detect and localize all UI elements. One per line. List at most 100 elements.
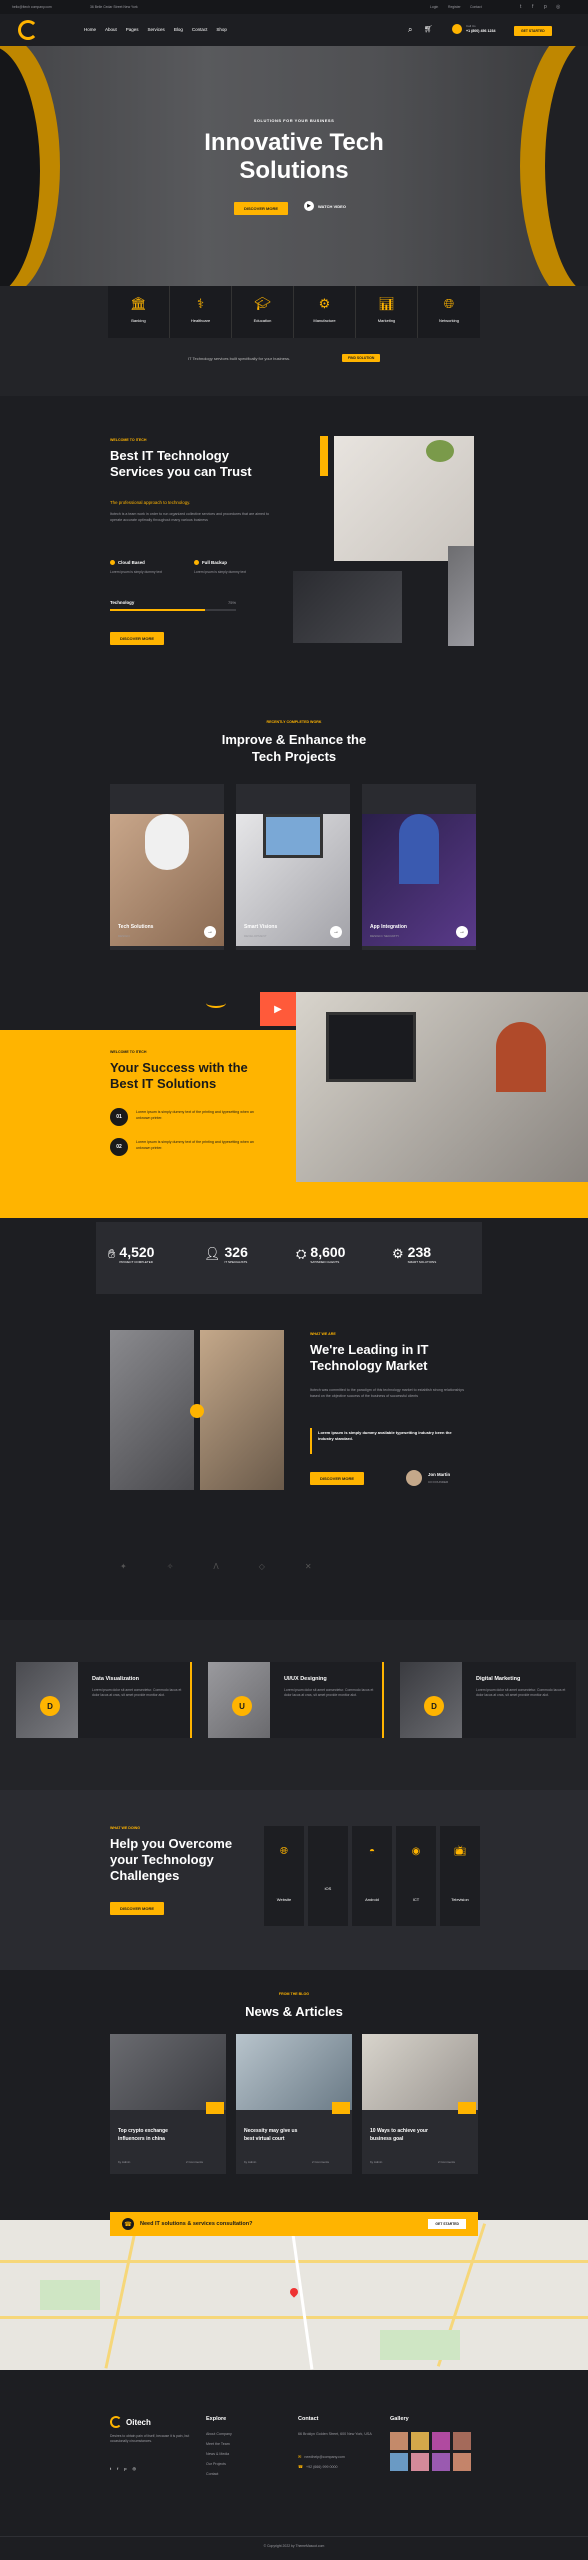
- topbar-email[interactable]: hello@Itech company.com: [12, 5, 52, 9]
- phone-number[interactable]: +1 (800) 456 1234: [466, 29, 495, 33]
- industry-networking[interactable]: 🌐︎ Networking: [418, 286, 480, 338]
- blog-post-title[interactable]: 10 Ways to achieve your: [370, 2128, 428, 2134]
- project-tag: DESIGN / SECURITY: [370, 934, 400, 938]
- nav-services[interactable]: Services: [148, 27, 165, 32]
- platform-android[interactable]: ◓ Android: [352, 1826, 392, 1926]
- pinterest-icon[interactable]: p: [544, 4, 547, 10]
- project-title[interactable]: App Integration: [370, 924, 407, 930]
- gallery-image[interactable]: [390, 2453, 408, 2471]
- leading-center-dot: [190, 1404, 204, 1418]
- hero-title-line2: Solutions: [239, 157, 349, 184]
- leading-title-line2: Technology Market: [310, 1358, 428, 1373]
- industry-marketing[interactable]: 📊︎ Marketing: [356, 286, 418, 338]
- twitter-icon[interactable]: t: [110, 2466, 111, 2471]
- service-title[interactable]: Digital Marketing: [476, 1676, 520, 1682]
- blog-card[interactable]: 10 Ways to achieve your business goal by…: [362, 2034, 478, 2174]
- consult-banner: ☎︎ Need IT solutions & services consulta…: [110, 2212, 478, 2236]
- contact-phone[interactable]: +92 (666) 999 0000: [306, 2465, 337, 2469]
- project-title[interactable]: Smart Visions: [244, 924, 277, 930]
- blog-card[interactable]: Necessity may give us best virtual court…: [236, 2034, 352, 2174]
- industry-banking[interactable]: 🏛︎ Banking: [108, 286, 170, 338]
- instagram-icon[interactable]: ◎: [556, 4, 560, 10]
- explore-link-projects[interactable]: Our Projects: [206, 2462, 226, 2466]
- leading-discover-button[interactable]: DISCOVER MORE: [310, 1472, 365, 1485]
- explore-link-contact[interactable]: Contact: [206, 2472, 218, 2476]
- project-card[interactable]: Smart Visions DEVELOPMENT →: [236, 784, 350, 950]
- industry-healthcare[interactable]: ⚕ Healthcare: [170, 286, 232, 338]
- arrow-icon[interactable]: →: [330, 926, 342, 938]
- footer-brand[interactable]: Oitech: [126, 2418, 151, 2427]
- instagram-icon[interactable]: ◎: [132, 2466, 136, 2471]
- map[interactable]: [0, 2220, 588, 2370]
- explore-link-team[interactable]: Meet the Team: [206, 2442, 230, 2446]
- blog-post-title[interactable]: influencers in china: [118, 2136, 165, 2142]
- blog-post-title[interactable]: Necessity may give us: [244, 2128, 297, 2134]
- blog-post-title[interactable]: business goal: [370, 2136, 403, 2142]
- consult-button[interactable]: GET STARTED: [428, 2219, 466, 2229]
- leading-eyebrow: WHAT WE ARE: [310, 1332, 336, 1336]
- get-started-button[interactable]: GET STARTED: [514, 26, 552, 36]
- service-title[interactable]: UI/UX Designing: [284, 1676, 327, 1682]
- cart-icon[interactable]: 🛒︎: [424, 25, 433, 33]
- about-discover-button[interactable]: DISCOVER MORE: [110, 632, 165, 645]
- nav-shop[interactable]: Shop: [216, 27, 227, 32]
- platform-television[interactable]: 📺︎ Television: [440, 1826, 480, 1926]
- explore-link-about[interactable]: About Company: [206, 2432, 232, 2436]
- search-icon[interactable]: ⌕: [408, 25, 412, 35]
- blog-card[interactable]: Top crypto exchange influencers in china…: [110, 2034, 226, 2174]
- industry-manufacture[interactable]: ⚙ Manufacture: [294, 286, 356, 338]
- platforms-title-line2: your Technology: [110, 1852, 214, 1867]
- gallery-image[interactable]: [432, 2432, 450, 2450]
- project-card[interactable]: Tech Solutions DESIGN →: [110, 784, 224, 950]
- arrow-icon[interactable]: →: [456, 926, 468, 938]
- nav-pages[interactable]: Pages: [126, 27, 139, 32]
- phone-icon: [452, 24, 462, 34]
- platform-website[interactable]: 🌐︎ Website: [264, 1826, 304, 1926]
- service-card[interactable]: U UI/UX Designing Lorem ipsum dolor sit …: [208, 1662, 384, 1738]
- client-logo-icon: ✦: [120, 1562, 127, 1571]
- arrow-icon[interactable]: →: [204, 926, 216, 938]
- project-title[interactable]: Tech Solutions: [118, 924, 153, 930]
- gallery-image[interactable]: [411, 2453, 429, 2471]
- contact-email[interactable]: needhelp@company.com: [304, 2455, 345, 2459]
- nav-about[interactable]: About: [105, 27, 117, 32]
- platform-ict[interactable]: ◉ ICT: [396, 1826, 436, 1926]
- service-title[interactable]: Data Visualization: [92, 1676, 139, 1682]
- gallery-image[interactable]: [453, 2432, 471, 2450]
- pinterest-icon[interactable]: p: [124, 2466, 126, 2471]
- facebook-icon[interactable]: f: [117, 2466, 118, 2471]
- hero-video-button[interactable]: ▶ WATCH VIDEO: [304, 201, 346, 211]
- play-icon: ▶: [304, 201, 314, 211]
- gallery-image[interactable]: [453, 2453, 471, 2471]
- topbar-login-link[interactable]: Login: [430, 5, 438, 9]
- platform-ios[interactable]: iOS: [308, 1826, 348, 1926]
- play-video-button[interactable]: ▶: [260, 992, 296, 1026]
- blog-post-title[interactable]: Top crypto exchange: [118, 2128, 168, 2134]
- twitter-icon[interactable]: t: [520, 4, 521, 10]
- topbar-register-link[interactable]: Register: [448, 5, 461, 9]
- blog-post-title[interactable]: best virtual court: [244, 2136, 285, 2142]
- hero-discover-button[interactable]: DISCOVER MORE: [234, 202, 289, 215]
- project-card[interactable]: App Integration DESIGN / SECURITY →: [362, 784, 476, 950]
- skill-fill: [110, 609, 205, 611]
- gallery-image[interactable]: [390, 2432, 408, 2450]
- gallery-image[interactable]: [411, 2432, 429, 2450]
- blog-post-comments: 2 Comments: [186, 2160, 204, 2164]
- explore-link-news[interactable]: News & Media: [206, 2452, 229, 2456]
- platforms-discover-button[interactable]: DISCOVER MORE: [110, 1902, 165, 1915]
- services-section: D Data Visualization Lorem ipsum dolor s…: [0, 1620, 588, 1790]
- service-card[interactable]: D Data Visualization Lorem ipsum dolor s…: [16, 1662, 192, 1738]
- gallery-image[interactable]: [432, 2453, 450, 2471]
- topbar-contact-link[interactable]: Contact: [470, 5, 482, 9]
- facebook-icon[interactable]: f: [532, 4, 533, 10]
- nav-blog[interactable]: Blog: [174, 27, 183, 32]
- plant-icon: [426, 440, 454, 462]
- logo-icon[interactable]: [18, 20, 38, 40]
- find-solution-button[interactable]: FIND SOLUTION: [342, 354, 381, 362]
- nav-contact[interactable]: Contact: [192, 27, 208, 32]
- stat-item: ⚙ 238 SMART SOLUTIONS: [392, 1244, 437, 1264]
- service-card[interactable]: D Digital Marketing Lorem ipsum dolor si…: [400, 1662, 576, 1738]
- consult-text: Need IT solutions & services consultatio…: [140, 2221, 253, 2227]
- nav-home[interactable]: Home: [84, 27, 96, 32]
- industry-education[interactable]: 🎓︎ Education: [232, 286, 294, 338]
